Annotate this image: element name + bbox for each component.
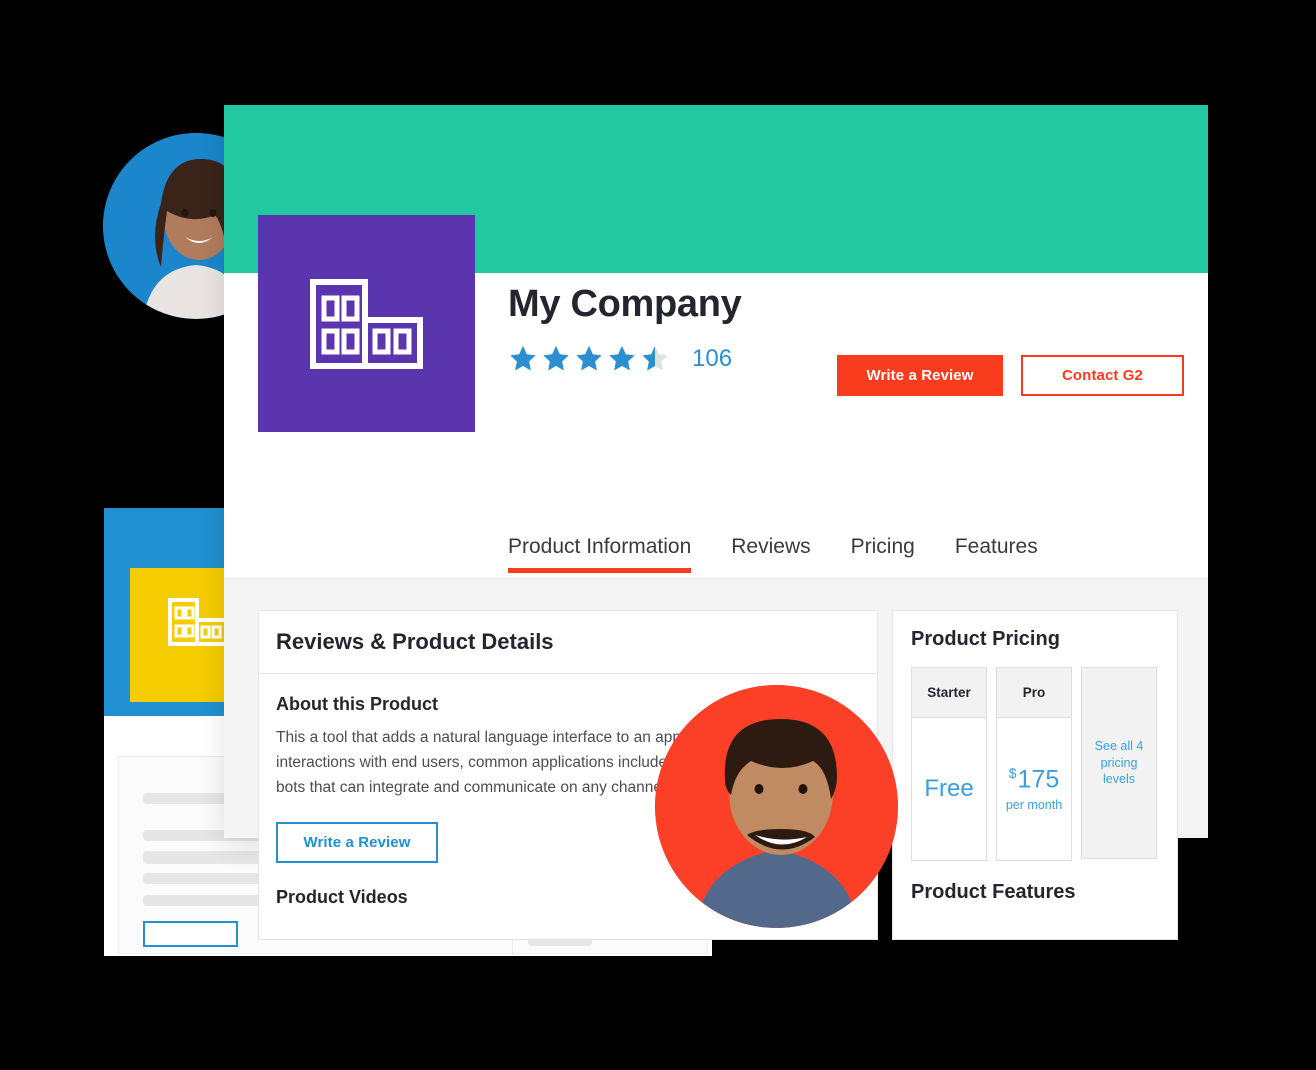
header-actions: Write a Review Contact G2 (837, 355, 1184, 396)
pricing-tier-price: Free (924, 775, 974, 802)
write-review-secondary-button[interactable]: Write a Review (276, 822, 438, 864)
contact-g2-button[interactable]: Contact G2 (1021, 355, 1184, 396)
product-logo-tile (258, 215, 475, 432)
building-icon (168, 598, 228, 646)
details-panel-header: Reviews & Product Details (259, 611, 877, 674)
tab-product-information[interactable]: Product Information (508, 535, 692, 573)
currency-symbol: $ (1008, 764, 1017, 781)
building-icon (310, 279, 423, 369)
tab-bar: Product Information Reviews Pricing Feat… (508, 535, 1038, 573)
avatar-man (655, 685, 898, 928)
avatar-portrait-icon (655, 685, 898, 928)
pricing-tier-value: Free (912, 718, 986, 860)
pricing-tier-list: Starter Free Pro $175 per month See all … (911, 667, 1159, 861)
tab-pricing[interactable]: Pricing (851, 535, 915, 573)
page-title: My Company (508, 283, 742, 325)
pricing-tier-name: Pro (997, 668, 1071, 718)
star-icon-full (510, 345, 536, 371)
pricing-tier-name: Starter (912, 668, 986, 718)
see-all-pricing-levels-link[interactable]: See all 4 pricing levels (1081, 667, 1157, 859)
skeleton-button (143, 921, 238, 947)
pricing-tier-price: $175 (1009, 766, 1060, 792)
product-features-title: Product Features (911, 881, 1076, 903)
price-number: 175 (1017, 765, 1060, 794)
tab-reviews[interactable]: Reviews (731, 535, 810, 573)
star-rating[interactable] (508, 344, 670, 373)
pricing-tier-pro[interactable]: Pro $175 per month (996, 667, 1072, 861)
star-icon-half (642, 345, 668, 371)
pricing-tier-starter[interactable]: Starter Free (911, 667, 987, 861)
star-icon-full (576, 345, 602, 371)
pricing-panel-body: Product Pricing Starter Free Pro $175 pe… (893, 611, 1177, 904)
tab-features[interactable]: Features (955, 535, 1038, 573)
write-review-button[interactable]: Write a Review (837, 355, 1003, 396)
product-pricing-title: Product Pricing (911, 628, 1060, 650)
star-icon-full (609, 345, 635, 371)
review-count[interactable]: 106 (692, 345, 732, 373)
pricing-tier-value: $175 per month (997, 718, 1071, 860)
details-panel-title: Reviews & Product Details (276, 629, 554, 654)
pricing-tier-period: per month (1005, 798, 1063, 813)
star-icon-full (543, 345, 569, 371)
product-pricing-panel: Product Pricing Starter Free Pro $175 pe… (892, 610, 1178, 940)
